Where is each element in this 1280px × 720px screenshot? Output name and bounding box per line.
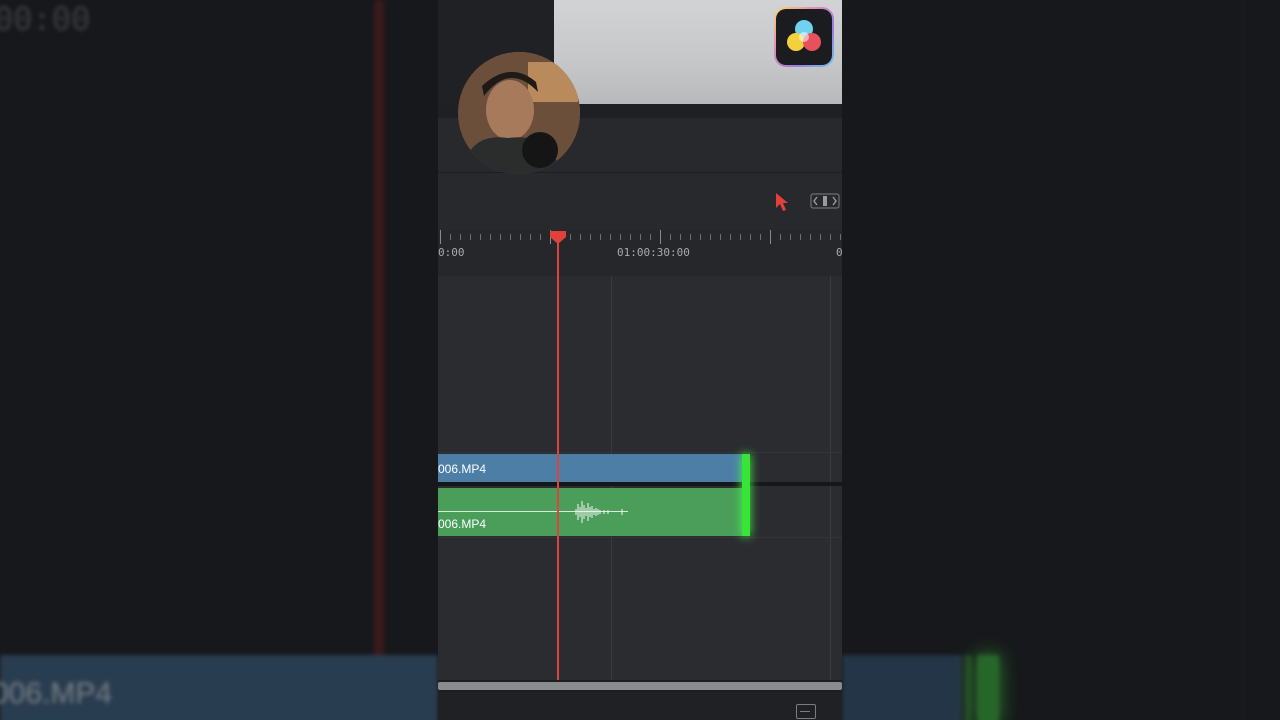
ruler-label-30s: 01:00:30:00 <box>617 246 690 259</box>
ruler-tick <box>820 234 821 240</box>
ruler-tick <box>760 234 761 240</box>
audio-waveform <box>575 501 623 523</box>
davinci-resolve-logo-icon <box>774 7 834 67</box>
clip-edge-highlight[interactable] <box>742 454 750 536</box>
background-clip-right <box>842 655 962 720</box>
background-timecode-left: 00:00 <box>0 0 91 38</box>
ruler-tick <box>530 234 531 240</box>
ruler-tick <box>830 234 831 240</box>
ruler-tick <box>500 234 501 240</box>
lane-divider <box>438 537 842 538</box>
ruler-tick <box>640 234 641 240</box>
track-separator <box>438 482 842 486</box>
video-clip-name: 006.MP4 <box>438 462 487 476</box>
playhead-line <box>557 238 559 680</box>
background-clip-name: 006.MP4 <box>0 677 113 710</box>
ruler-tick <box>650 234 651 240</box>
ruler-tick <box>670 234 671 240</box>
ruler-label-start: 0:00 <box>438 246 465 259</box>
ruler-tick <box>610 234 611 240</box>
ruler-tick <box>790 234 791 240</box>
trim-edit-icon[interactable] <box>810 192 840 210</box>
ruler-tick <box>720 234 721 240</box>
ruler-tick <box>690 234 691 240</box>
background-right: 0 <box>842 0 1280 720</box>
ruler-tick <box>590 234 591 240</box>
audio-clip[interactable]: 006.MP4 <box>438 488 744 536</box>
background-edge-dark <box>964 655 972 720</box>
red-arrow-cursor-icon[interactable] <box>774 192 790 212</box>
editor-panel: 0:00 01:00:30:00 0 006.MP4 006.MP4 <box>438 0 842 720</box>
ruler-tick <box>520 234 521 240</box>
ruler-tick <box>540 234 541 240</box>
timeline-ruler[interactable]: 0:00 01:00:30:00 0 <box>438 230 842 276</box>
ruler-tick <box>740 234 741 240</box>
background-clip-left: 006.MP4 <box>0 655 438 720</box>
ruler-label-end: 0 <box>836 246 842 259</box>
ruler-tick <box>840 234 841 240</box>
ruler-tick <box>460 234 461 240</box>
ruler-tick <box>480 234 481 240</box>
audio-clip-name: 006.MP4 <box>438 517 487 531</box>
background-playhead <box>374 0 384 720</box>
ruler-tick <box>800 234 801 240</box>
ruler-tick <box>620 234 621 240</box>
background-edge-glow <box>977 655 999 720</box>
ruler-tick <box>510 234 511 240</box>
ruler-tick <box>630 234 631 240</box>
ruler-tick <box>750 234 751 240</box>
ruler-tick <box>600 234 601 240</box>
ruler-tick <box>660 230 661 244</box>
grid-line <box>830 276 831 680</box>
presenter-webcam <box>458 52 580 174</box>
video-clip[interactable]: 006.MP4 <box>438 454 744 482</box>
ruler-tick <box>570 234 571 240</box>
timeline-footer <box>438 692 842 720</box>
timeline-scrollbar[interactable] <box>438 680 842 692</box>
ruler-tick <box>580 234 581 240</box>
playhead-handle[interactable] <box>549 230 567 244</box>
scrollbar-thumb[interactable] <box>438 682 842 690</box>
ruler-tick <box>710 234 711 240</box>
background-left: 00:00 006.MP4 <box>0 0 438 720</box>
ruler-tick <box>440 230 441 244</box>
lane-divider <box>438 452 842 453</box>
ruler-tick <box>780 234 781 240</box>
background-grid-line <box>1242 0 1244 720</box>
image-thumbnail-icon[interactable] <box>796 704 816 719</box>
ruler-tick <box>810 234 811 240</box>
ruler-tick <box>470 234 471 240</box>
ruler-tick <box>700 234 701 240</box>
ruler-tick <box>730 234 731 240</box>
ruler-tick <box>490 234 491 240</box>
ruler-tick <box>450 234 451 240</box>
ruler-tick <box>770 230 771 244</box>
ruler-tick <box>680 234 681 240</box>
